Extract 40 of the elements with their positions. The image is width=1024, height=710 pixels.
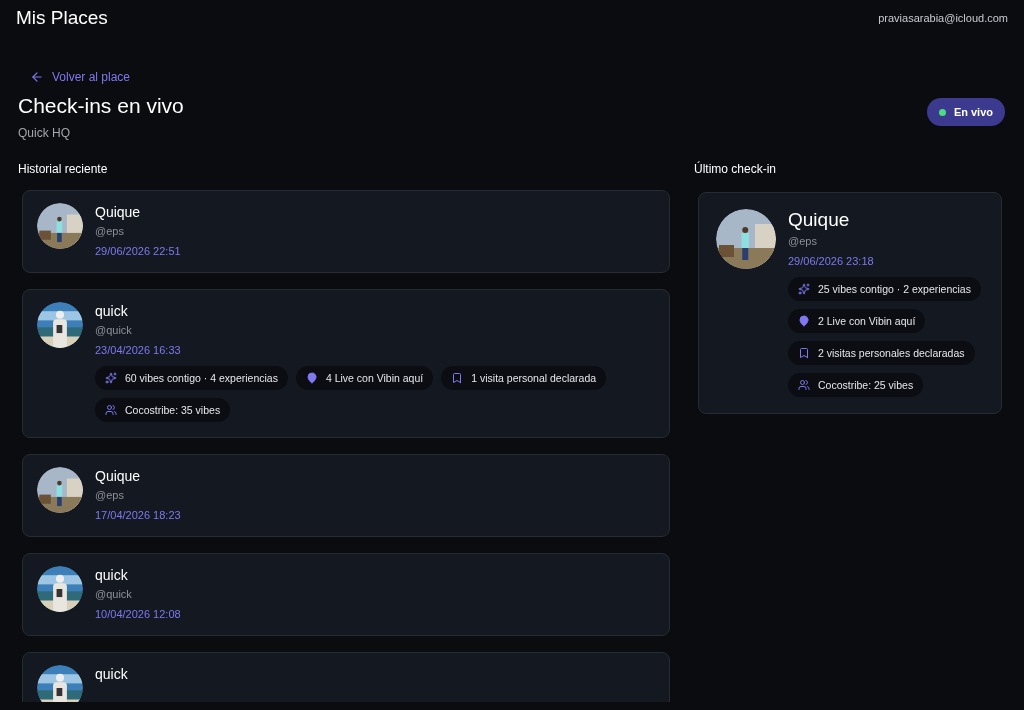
- user-email: praviasarabia@icloud.com: [878, 10, 1008, 26]
- page-title: Check-ins en vivo: [18, 93, 184, 119]
- user-handle: @eps: [95, 223, 125, 238]
- map-pin-icon: [798, 314, 810, 327]
- bookmark-icon: [798, 346, 810, 359]
- section-heading: Historial reciente: [18, 160, 109, 178]
- user-handle: @quick: [95, 586, 133, 601]
- stat-text: 25 vibes contigo · 2 experiencias: [818, 281, 971, 296]
- stat-text: Cocostribe: 25 vibes: [818, 377, 914, 392]
- section-heading: Último check-in: [694, 160, 778, 178]
- back-link[interactable]: Volver al place: [30, 68, 131, 86]
- stat-text: 2 Live con Vibin aquí: [818, 313, 916, 328]
- user-name: quick: [95, 301, 129, 320]
- user-name: Quique: [95, 202, 142, 221]
- user-handle: @quick: [95, 322, 133, 337]
- page-subtitle: Quick HQ: [18, 124, 71, 142]
- sparkles-icon: [798, 282, 810, 295]
- user-handle: @eps: [95, 487, 125, 502]
- checkin-time: 10/04/2026 12:08: [95, 606, 181, 621]
- stat-text: 4 Live con Vibin aquí: [325, 370, 424, 385]
- checkin-time: 23/04/2026 16:33: [95, 342, 182, 357]
- user-handle: @eps: [788, 233, 818, 248]
- stat-text: 60 vibes contigo · 4 experiencias: [125, 370, 278, 385]
- sparkles-icon: [105, 371, 117, 384]
- checkin-time: 29/06/2026 23:18: [788, 253, 875, 268]
- stat-text: 2 visitas personales declaradas: [818, 345, 965, 360]
- user-name: quick: [95, 565, 129, 584]
- user-name: Quique: [788, 208, 851, 231]
- checkin-time: 29/06/2026 22:51: [95, 243, 181, 258]
- people-icon: [798, 378, 810, 391]
- people-icon: [105, 403, 117, 416]
- stat-text: 1 visita personal declarada: [471, 370, 597, 385]
- map-pin-icon: [305, 371, 318, 384]
- app-title: Mis Places: [16, 5, 108, 30]
- stat-text: Cocostribe: 35 vibes: [125, 402, 221, 417]
- user-name: quick: [95, 664, 128, 683]
- checkin-time: 17/04/2026 18:23: [95, 507, 181, 522]
- bookmark-icon: [451, 371, 464, 384]
- user-name: Quique: [95, 466, 142, 485]
- live-label: En vivo: [953, 104, 993, 120]
